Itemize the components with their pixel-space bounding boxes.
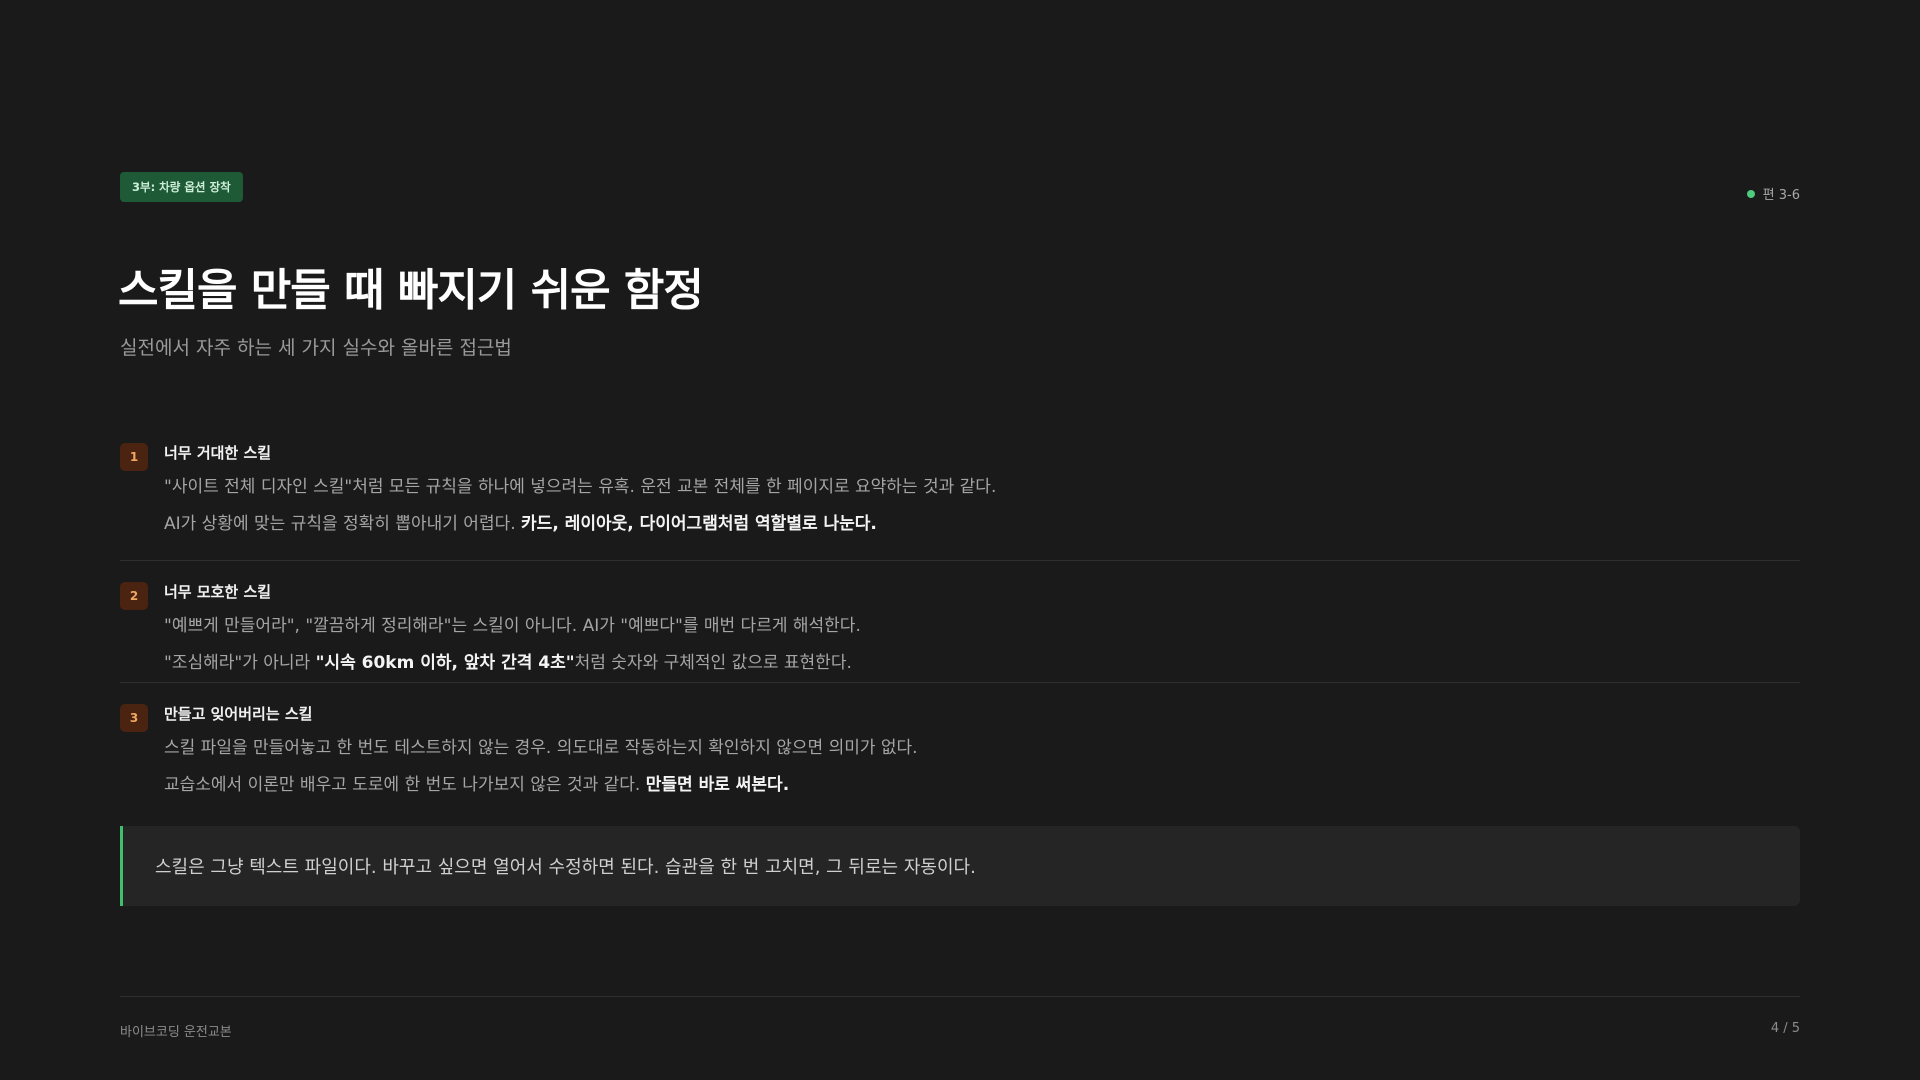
item-advice: AI가 상황에 맞는 규칙을 정확히 뽑아내기 어렵다. 카드, 레이아웃, 다…	[164, 509, 1800, 534]
episode-indicator: 편 3-6	[1746, 184, 1800, 203]
footer-book-title: 바이브코딩 운전교본	[120, 1025, 232, 1040]
item-advice: "조심해라"가 아니라 "시속 60km 이하, 앞차 간격 4초"처럼 숫자와…	[164, 648, 1800, 673]
item-advice-text: AI가 상황에 맞는 규칙을 정확히 뽑아내기 어렵다.	[164, 514, 522, 534]
item-description: 스킬 파일을 만들어놓고 한 번도 테스트하지 않는 경우. 의도대로 작동하는…	[164, 738, 918, 758]
item-description: "예쁘게 만들어라", "깔끔하게 정리해라"는 스킬이 아니다. AI가 "예…	[164, 616, 861, 636]
slide: 3부: 차량 옵션 장착 편 3-6 스킬을 만들 때 빠지기 쉬운 함정 실전…	[0, 0, 1920, 1080]
item-number-badge: 2	[120, 582, 148, 610]
page-subtitle: 실전에서 자주 하는 세 가지 실수와 올바른 접근법	[120, 337, 512, 359]
item-advice-text: "조심해라"가 아니라	[164, 653, 316, 673]
item-advice-text: 교습소에서 이론만 배우고 도로에 한 번도 나가보지 않은 것과 같다.	[164, 775, 646, 795]
pitfall-item-2: 2 너무 모호한 스킬 "예쁘게 만들어라", "깔끔하게 정리해라"는 스킬이…	[120, 560, 1800, 682]
item-advice-emphasis: "시속 60km 이하, 앞차 간격 4초"	[315, 653, 575, 673]
status-dot-icon	[1746, 189, 1755, 198]
item-number-badge: 1	[120, 443, 148, 471]
page-number: 4 / 5	[1770, 1021, 1800, 1036]
item-number-badge: 3	[120, 704, 148, 732]
chapter-tag: 3부: 차량 옵션 장착	[120, 172, 243, 202]
item-advice-emphasis: 카드, 레이아웃, 다이어그램처럼 역할별로 나눈다.	[521, 514, 877, 534]
item-advice: 교습소에서 이론만 배우고 도로에 한 번도 나가보지 않은 것과 같다. 만들…	[164, 770, 1800, 795]
item-advice-tail: 처럼 숫자와 구체적인 값으로 표현한다.	[574, 653, 852, 673]
page-title: 스킬을 만들 때 빠지기 쉬운 함정	[118, 265, 704, 316]
item-description: "사이트 전체 디자인 스킬"처럼 모든 규칙을 하나에 넣으려는 유혹. 운전…	[164, 477, 997, 497]
item-title: 만들고 잊어버리는 스킬	[164, 705, 313, 723]
episode-label: 편 3-6	[1762, 188, 1800, 203]
pitfall-item-1: 1 너무 거대한 스킬 "사이트 전체 디자인 스킬"처럼 모든 규칙을 하나에…	[120, 438, 1800, 560]
footer: 바이브코딩 운전교본 4 / 5	[120, 996, 1800, 1047]
item-title: 너무 모호한 스킬	[164, 583, 272, 601]
pitfall-list: 1 너무 거대한 스킬 "사이트 전체 디자인 스킬"처럼 모든 규칙을 하나에…	[120, 438, 1800, 804]
item-advice-emphasis: 만들면 바로 써본다.	[645, 775, 790, 795]
item-title: 너무 거대한 스킬	[164, 444, 272, 462]
callout-text: 스킬은 그냥 텍스트 파일이다. 바꾸고 싶으면 열어서 수정하면 된다. 습관…	[155, 857, 976, 878]
callout-box: 스킬은 그냥 텍스트 파일이다. 바꾸고 싶으면 열어서 수정하면 된다. 습관…	[120, 826, 1800, 906]
pitfall-item-3: 3 만들고 잊어버리는 스킬 스킬 파일을 만들어놓고 한 번도 테스트하지 않…	[120, 682, 1800, 804]
header-row: 3부: 차량 옵션 장착 편 3-6	[120, 172, 1800, 204]
